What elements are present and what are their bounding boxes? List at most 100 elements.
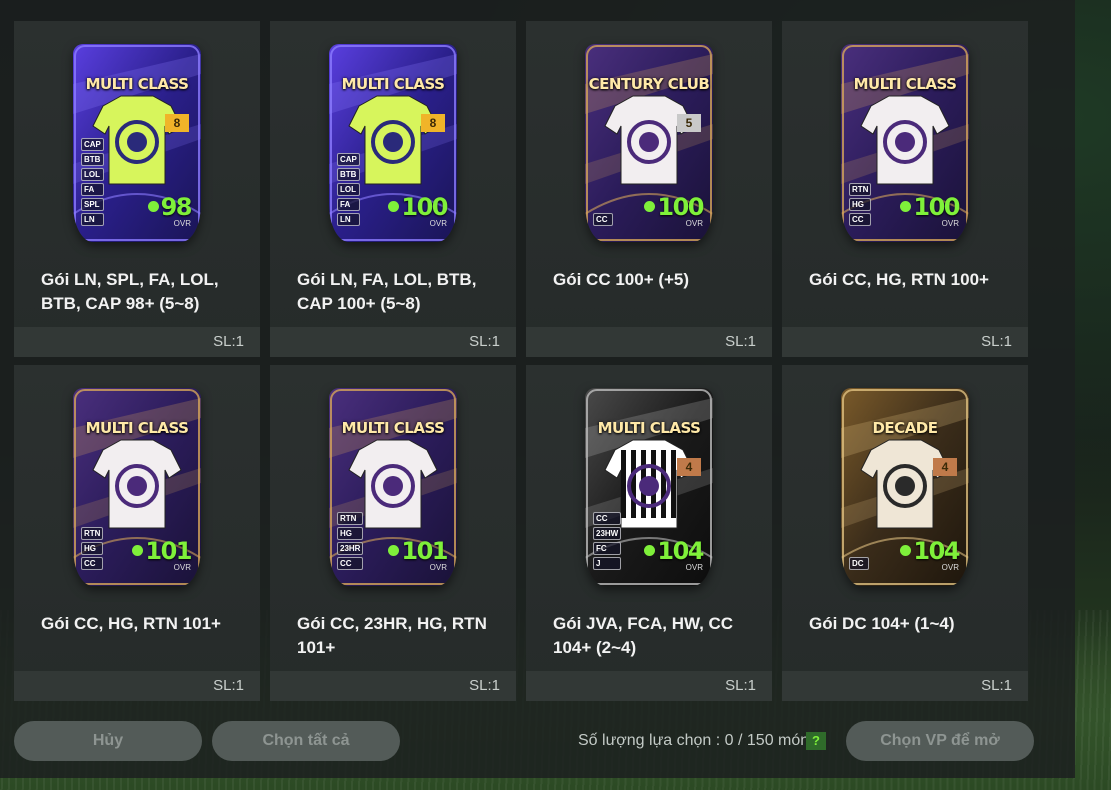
pack-tags: RTN HG 23HR CC xyxy=(337,512,364,570)
pack-tag: SPL xyxy=(81,198,104,211)
pack-tags: CC 23HW FC J xyxy=(593,512,622,570)
help-button[interactable]: ? xyxy=(806,732,826,750)
pack-tag: CC xyxy=(81,557,104,570)
pack-ovr-value: 101 xyxy=(388,537,448,565)
pack-tag: LOL xyxy=(81,168,104,181)
pack-name: Gói DC 104+ (1~4) xyxy=(809,614,955,633)
pack-tag: 23HR xyxy=(337,542,364,555)
pack-tag: BTB xyxy=(81,153,104,166)
pack-name: Gói JVA, FCA, HW, CC 104+ (2~4) xyxy=(553,614,734,657)
arrow-up-icon xyxy=(644,544,656,556)
pack-quantity: SL:1 xyxy=(782,671,1028,701)
pack-badge-text: MULTI CLASS xyxy=(341,419,445,437)
pack-name: Gói LN, FA, LOL, BTB, CAP 100+ (5~8) xyxy=(297,270,477,313)
pack-card[interactable]: MULTI CLASS 4 CC 23HW FC J 104 OVR Gói JVA,… xyxy=(526,365,772,701)
pack-tags: DC xyxy=(849,557,869,570)
pack-quantity: SL:1 xyxy=(270,671,516,701)
pack-tag: CC xyxy=(593,213,613,226)
pack-quantity: SL:1 xyxy=(14,327,260,357)
pack-card[interactable]: MULTI CLASS RTN HG 23HR CC 101 OVR Gói CC, … xyxy=(270,365,516,701)
pack-tag: CAP xyxy=(81,138,104,151)
pack-card[interactable]: CENTURY CLUB 5 CC 100 OVR Gói CC 100+ (+… xyxy=(526,21,772,357)
pack-ovr-number: 98 xyxy=(160,193,193,221)
pack-tag: HG xyxy=(337,527,364,540)
pack-tag: LN xyxy=(81,213,104,226)
footer-bar: Hủy Chọn tất cả Số lượng lựa chọn : 0 / … xyxy=(14,721,1035,761)
pack-tag: RTN xyxy=(849,183,872,196)
pack-ovr-value: 100 xyxy=(644,193,704,221)
pack-name: Gói CC, 23HR, HG, RTN 101+ xyxy=(297,614,487,657)
pack-grid: MULTI CLASS 8 CAP BTB LOL FA SPL LN 98 OVR Gó… xyxy=(14,21,1030,701)
pack-card[interactable]: MULTI CLASS 8 CAP BTB LOL FA SPL LN 98 OVR Gó… xyxy=(14,21,260,357)
arrow-up-icon xyxy=(147,200,159,212)
pack-tier-badge: 4 xyxy=(933,458,957,476)
pack-ovr: 98 OVR xyxy=(147,193,193,228)
pack-name: Gói CC 100+ (+5) xyxy=(553,270,690,289)
pack-tags: CAP BTB LOL FA SPL LN xyxy=(81,138,104,226)
pack-tag: FC xyxy=(593,542,622,555)
pack-badge-text: MULTI CLASS xyxy=(597,419,701,437)
cancel-button[interactable]: Hủy xyxy=(14,721,202,761)
pack-tag: HG xyxy=(81,542,104,555)
pack-tier-badge: 8 xyxy=(421,114,445,132)
pack-card-image: MULTI CLASS 8 CAP BTB LOL FA LN 100 OVR xyxy=(329,44,457,242)
pack-ovr-number: 100 xyxy=(401,193,448,221)
pack-tags: CAP BTB LOL FA LN xyxy=(337,153,360,226)
arrow-up-icon xyxy=(900,200,912,212)
pack-name: Gói LN, SPL, FA, LOL, BTB, CAP 98+ (5~8) xyxy=(41,270,219,313)
arrow-up-icon xyxy=(132,544,144,556)
pack-ovr: 100 OVR xyxy=(388,193,448,228)
pack-ovr-number: 100 xyxy=(657,193,704,221)
pack-tag: J xyxy=(593,557,622,570)
pack-tier-badge: 5 xyxy=(677,114,701,132)
pack-card[interactable]: MULTI CLASS 8 CAP BTB LOL FA LN 100 OVR Gói … xyxy=(270,21,516,357)
pack-tag: DC xyxy=(849,557,869,570)
pack-ovr: 104 OVR xyxy=(900,537,960,572)
pack-ovr: 101 OVR xyxy=(388,537,448,572)
pack-badge-text: MULTI CLASS xyxy=(85,75,189,93)
pack-ovr-value: 101 xyxy=(132,537,192,565)
pack-card-image: CENTURY CLUB 5 CC 100 OVR xyxy=(585,44,713,242)
pack-quantity: SL:1 xyxy=(526,327,772,357)
pack-card-image: DECADE 4 DC 104 OVR xyxy=(841,388,969,586)
pack-card[interactable]: MULTI CLASS RTN HG CC 101 OVR Gói CC, HG, … xyxy=(14,365,260,701)
pack-ovr: 104 OVR xyxy=(644,537,704,572)
pack-card-image: MULTI CLASS 8 CAP BTB LOL FA SPL LN 98 OVR xyxy=(73,44,201,242)
pack-ovr-number: 101 xyxy=(401,537,448,565)
pack-tag: RTN xyxy=(81,527,104,540)
pack-ovr-number: 101 xyxy=(145,537,192,565)
pack-ovr-value: 100 xyxy=(388,193,448,221)
pack-ovr-value: 104 xyxy=(900,537,960,565)
pack-ovr-number: 100 xyxy=(913,193,960,221)
pack-tag: FA xyxy=(81,183,104,196)
pack-tag: BTB xyxy=(337,168,360,181)
pack-ovr-number: 104 xyxy=(913,537,960,565)
pack-ovr: 101 OVR xyxy=(132,537,192,572)
arrow-up-icon xyxy=(388,544,400,556)
arrow-up-icon xyxy=(900,544,912,556)
pack-badge-text: MULTI CLASS xyxy=(341,75,445,93)
pack-ovr-value: 100 xyxy=(900,193,960,221)
pack-selection-panel: MULTI CLASS 8 CAP BTB LOL FA SPL LN 98 OVR Gó… xyxy=(0,0,1075,778)
select-all-button[interactable]: Chọn tất cả xyxy=(212,721,400,761)
pack-ovr: 100 OVR xyxy=(644,193,704,228)
open-selected-button[interactable]: Chọn VP để mở xyxy=(846,721,1034,761)
arrow-up-icon xyxy=(388,200,400,212)
pack-card-image: MULTI CLASS RTN HG CC 100 OVR xyxy=(841,44,969,242)
pack-badge-text: MULTI CLASS xyxy=(85,419,189,437)
pack-ovr: 100 OVR xyxy=(900,193,960,228)
pack-card-image: MULTI CLASS RTN HG CC 101 OVR xyxy=(73,388,201,586)
pack-tag: CAP xyxy=(337,153,360,166)
pack-tag: LN xyxy=(337,213,360,226)
pack-card[interactable]: DECADE 4 DC 104 OVR Gói DC 104+ (1~4) SL… xyxy=(782,365,1028,701)
pack-badge-text: DECADE xyxy=(872,419,938,437)
pack-ovr-number: 104 xyxy=(657,537,704,565)
pack-ovr-value: 104 xyxy=(644,537,704,565)
pack-card-image: MULTI CLASS RTN HG 23HR CC 101 OVR xyxy=(329,388,457,586)
pack-quantity: SL:1 xyxy=(526,671,772,701)
pack-tags: CC xyxy=(593,213,613,226)
pack-card[interactable]: MULTI CLASS RTN HG CC 100 OVR Gói CC, HG, … xyxy=(782,21,1028,357)
pack-tier-badge: 8 xyxy=(165,114,189,132)
pack-quantity: SL:1 xyxy=(270,327,516,357)
pack-name: Gói CC, HG, RTN 100+ xyxy=(809,270,989,289)
